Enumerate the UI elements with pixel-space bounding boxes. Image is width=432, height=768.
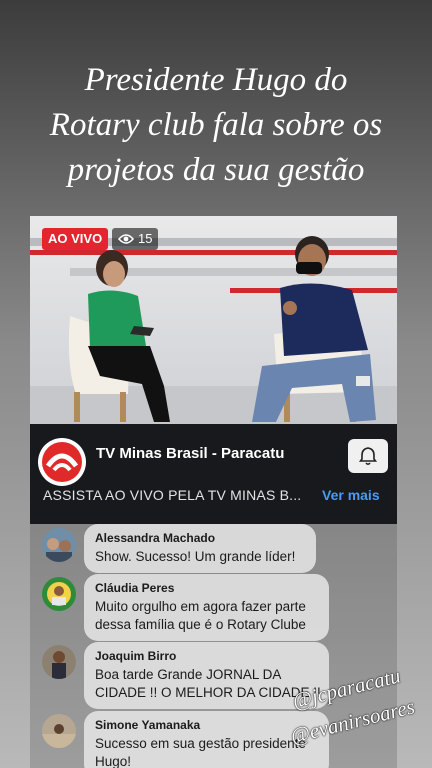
story-headline: Presidente Hugo do Rotary club fala sobr… — [0, 58, 432, 193]
commenter-name[interactable]: Joaquim Birro — [95, 649, 317, 663]
stream-description: ASSISTA AO VIVO PELA TV MINAS B... — [43, 487, 302, 503]
channel-info-bar: TV Minas Brasil - Paracatu ASSISTA AO VI… — [30, 424, 397, 524]
eye-icon — [118, 234, 134, 244]
commenter-name[interactable]: Simone Yamanaka — [95, 718, 317, 732]
headline-line-2: Rotary club fala sobre os — [49, 107, 383, 143]
commenter-name[interactable]: Alessandra Machado — [95, 531, 304, 545]
comment-text-line: CIDADE !! O MELHOR DA CIDADE !! — [95, 685, 321, 700]
channel-logo[interactable] — [38, 438, 86, 486]
headline-line-3: projetos da sua gestão — [67, 152, 365, 188]
comment-text-line: Sucesso em sua gestão presidente — [95, 736, 306, 751]
commenter-name[interactable]: Cláudia Peres — [95, 581, 317, 595]
live-badge: AO VIVO — [42, 228, 109, 250]
bell-icon — [359, 447, 377, 466]
see-more-link[interactable]: Ver mais — [322, 487, 380, 503]
comment-bubble: Cláudia Peres Muito orgulho em agora faz… — [84, 574, 329, 641]
comment-text-line: Boa tarde Grande JORNAL DA — [95, 667, 282, 682]
viewer-count-badge: 15 — [112, 228, 159, 250]
tv-minas-logo-icon — [42, 442, 82, 482]
comment-text-line: dessa família que é o Rotary Clube — [95, 617, 306, 632]
comment-bubble: Alessandra Machado Show. Sucesso! Um gra… — [84, 524, 316, 573]
commenter-avatar[interactable] — [42, 528, 76, 562]
commenter-avatar[interactable] — [42, 714, 76, 748]
commenter-avatar[interactable] — [42, 645, 76, 679]
channel-name[interactable]: TV Minas Brasil - Paracatu — [96, 445, 284, 462]
comment-text: Show. Sucesso! Um grande líder! — [95, 549, 296, 564]
live-video-player[interactable]: AO VIVO 15 — [30, 216, 397, 424]
headline-line-1: Presidente Hugo do — [84, 62, 348, 98]
viewer-count: 15 — [138, 231, 153, 246]
comment-text-line: Muito orgulho em agora fazer parte — [95, 599, 306, 614]
comment-text-line: Hugo! — [95, 754, 132, 768]
notification-bell-button[interactable] — [348, 439, 388, 473]
commenter-avatar[interactable] — [42, 577, 76, 611]
